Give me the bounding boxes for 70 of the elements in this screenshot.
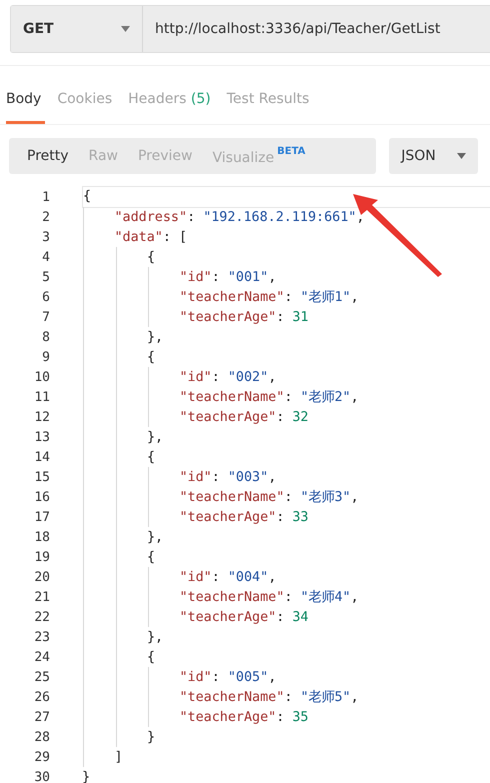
caret-icon	[457, 153, 466, 159]
line-number: 5	[41, 270, 50, 284]
line-number: 11	[33, 390, 50, 404]
code-line: {	[147, 650, 156, 664]
line-number: 14	[33, 450, 50, 464]
line-number: 8	[41, 330, 50, 344]
line-number: 15	[33, 470, 50, 484]
view-mode-tab[interactable]: Preview	[128, 138, 202, 174]
format-dropdown[interactable]: JSON	[389, 138, 478, 174]
line-number: 28	[33, 730, 50, 744]
code-line: {	[147, 250, 156, 264]
code-line: "address": "192.168.2.119:661",	[114, 210, 364, 224]
code-line: "id": "003",	[180, 470, 276, 484]
code-line: "id": "005",	[180, 670, 276, 684]
code-line: }	[82, 770, 90, 783]
line-number: 23	[33, 630, 50, 644]
line-number: 12	[33, 410, 50, 424]
code-line: "teacherName": "老师5",	[180, 688, 359, 706]
code-line: },	[147, 630, 164, 644]
code-line: },	[147, 330, 164, 344]
code-line: },	[147, 430, 164, 444]
view-mode-tab[interactable]: Pretty	[17, 138, 79, 174]
code-line: "id": "004",	[180, 570, 276, 584]
code-line: "teacherAge": 34	[180, 610, 308, 624]
line-number: 6	[41, 290, 50, 304]
code-line: "teacherAge": 33	[180, 510, 308, 524]
line-number: 26	[33, 690, 50, 704]
view-mode-tab[interactable]: Visualize $^{BETA}$	[202, 138, 316, 174]
code-line: "teacherName": "老师4",	[180, 588, 359, 606]
code-line: "teacherAge": 32	[180, 410, 308, 424]
code-line: {	[147, 450, 156, 464]
line-number: 17	[33, 510, 50, 524]
line-number: 19	[33, 550, 50, 564]
response-tab[interactable]: Cookies	[57, 76, 116, 124]
code-line: "teacherName": "老师3",	[180, 488, 359, 506]
line-number: 22	[33, 610, 50, 624]
code-line: "teacherAge": 35	[180, 710, 308, 724]
line-number: 16	[33, 490, 50, 504]
line-number: 9	[41, 350, 50, 364]
view-mode-tab[interactable]: Raw	[78, 138, 128, 174]
line-number: 1	[41, 190, 50, 204]
code-line: "teacherAge": 31	[180, 310, 308, 324]
line-number: 2	[41, 210, 50, 224]
line-number: 25	[33, 670, 50, 684]
code-line: {	[147, 550, 156, 564]
code-line: {	[83, 189, 92, 204]
code-line: "teacherName": "老师1",	[180, 288, 359, 306]
response-tab[interactable]: Body	[6, 76, 46, 124]
line-number: 10	[33, 370, 50, 384]
line-number: 21	[33, 590, 50, 604]
code-line: "teacherName": "老师2",	[180, 388, 359, 406]
code-line: }	[147, 730, 156, 744]
line-number: 20	[33, 570, 50, 584]
line-number: 27	[33, 710, 50, 724]
line-number: 3	[41, 230, 50, 244]
line-number: 13	[33, 430, 50, 444]
code-line: "id": "001",	[180, 270, 276, 284]
line-number: 30	[33, 770, 50, 783]
code-line: },	[147, 530, 164, 544]
line-number: 24	[33, 650, 50, 664]
line-number: 4	[41, 250, 50, 264]
code-line: {	[147, 350, 156, 364]
response-tab[interactable]: Test Results	[226, 76, 314, 124]
response-tab[interactable]: Headers (5)	[128, 76, 215, 124]
code-line: "id": "002",	[180, 370, 276, 384]
code-line: "data": [	[114, 230, 188, 244]
line-number: 29	[33, 750, 50, 764]
line-number: 18	[33, 530, 50, 544]
line-number: 7	[41, 310, 50, 324]
code-line: ]	[114, 750, 123, 764]
